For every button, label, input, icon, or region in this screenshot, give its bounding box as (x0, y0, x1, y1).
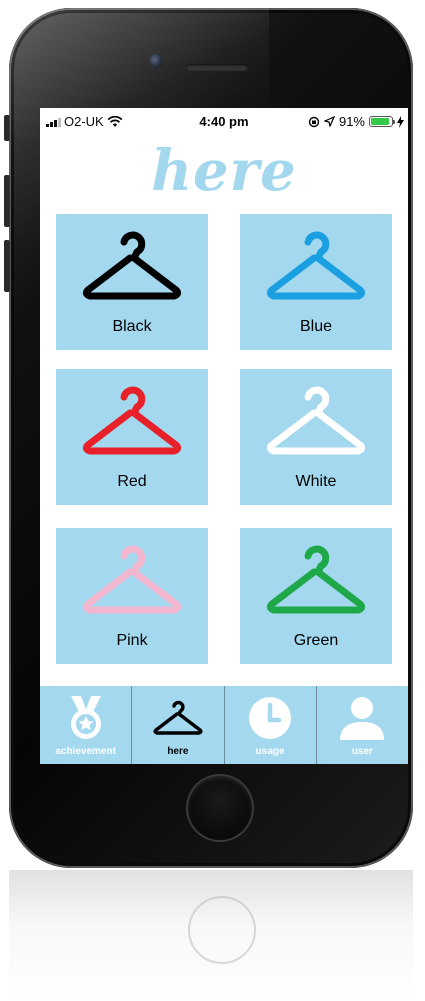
earpiece-speaker (186, 64, 248, 71)
battery-percent: 91% (338, 114, 365, 129)
hanger-label: Green (293, 632, 339, 649)
home-button-reflection (188, 896, 256, 964)
medal-icon (70, 696, 101, 739)
hanger-label: Pink (116, 632, 148, 649)
app-title: here (151, 138, 297, 204)
hanger-tile-blue[interactable]: Blue (240, 214, 392, 350)
hanger-icon (82, 231, 182, 300)
tab-usage[interactable]: usage (225, 686, 317, 764)
location-icon (323, 116, 335, 127)
hanger-tile-pink[interactable]: Pink (56, 528, 208, 664)
tab-label: here (167, 746, 189, 757)
user-icon (340, 697, 385, 740)
hanger-icon (82, 545, 182, 614)
hanger-label: Blue (299, 318, 333, 335)
hanger-icon (82, 386, 182, 455)
hanger-icon (266, 545, 366, 614)
status-bar: O2-UK 4:40 pm 91% (40, 108, 408, 134)
tab-label: user (351, 746, 373, 757)
clock-icon (249, 697, 292, 739)
hanger-tile-white[interactable]: White (240, 369, 392, 505)
hanger-icon (153, 700, 203, 735)
hanger-label: White (295, 473, 337, 490)
tab-label: achievement (55, 746, 116, 757)
hanger-icon (266, 231, 366, 300)
hanger-tile-black[interactable]: Black (56, 214, 208, 350)
tab-label: usage (255, 746, 285, 757)
hanger-label: Red (117, 473, 147, 490)
hanger-icon (266, 386, 366, 455)
battery-icon (369, 116, 395, 127)
status-right: 91% (308, 114, 404, 129)
home-button[interactable] (188, 776, 252, 840)
mute-switch (4, 115, 10, 141)
front-camera (149, 54, 163, 68)
volume-down-button (4, 240, 10, 292)
hanger-tile-red[interactable]: Red (56, 369, 208, 505)
orientation-lock-icon (308, 116, 320, 127)
charging-icon (397, 115, 404, 128)
tab-here[interactable]: here (132, 686, 225, 764)
tab-bar: achievement here usage user (40, 686, 408, 764)
hanger-tile-green[interactable]: Green (240, 528, 392, 664)
hanger-label: Black (112, 318, 152, 335)
phone-screen: O2-UK 4:40 pm 91% here Black Blue Red White (40, 108, 408, 764)
tab-achievement[interactable]: achievement (40, 686, 133, 764)
tab-user[interactable]: user (317, 686, 408, 764)
phone-reflection (9, 870, 413, 1001)
volume-up-button (4, 175, 10, 227)
